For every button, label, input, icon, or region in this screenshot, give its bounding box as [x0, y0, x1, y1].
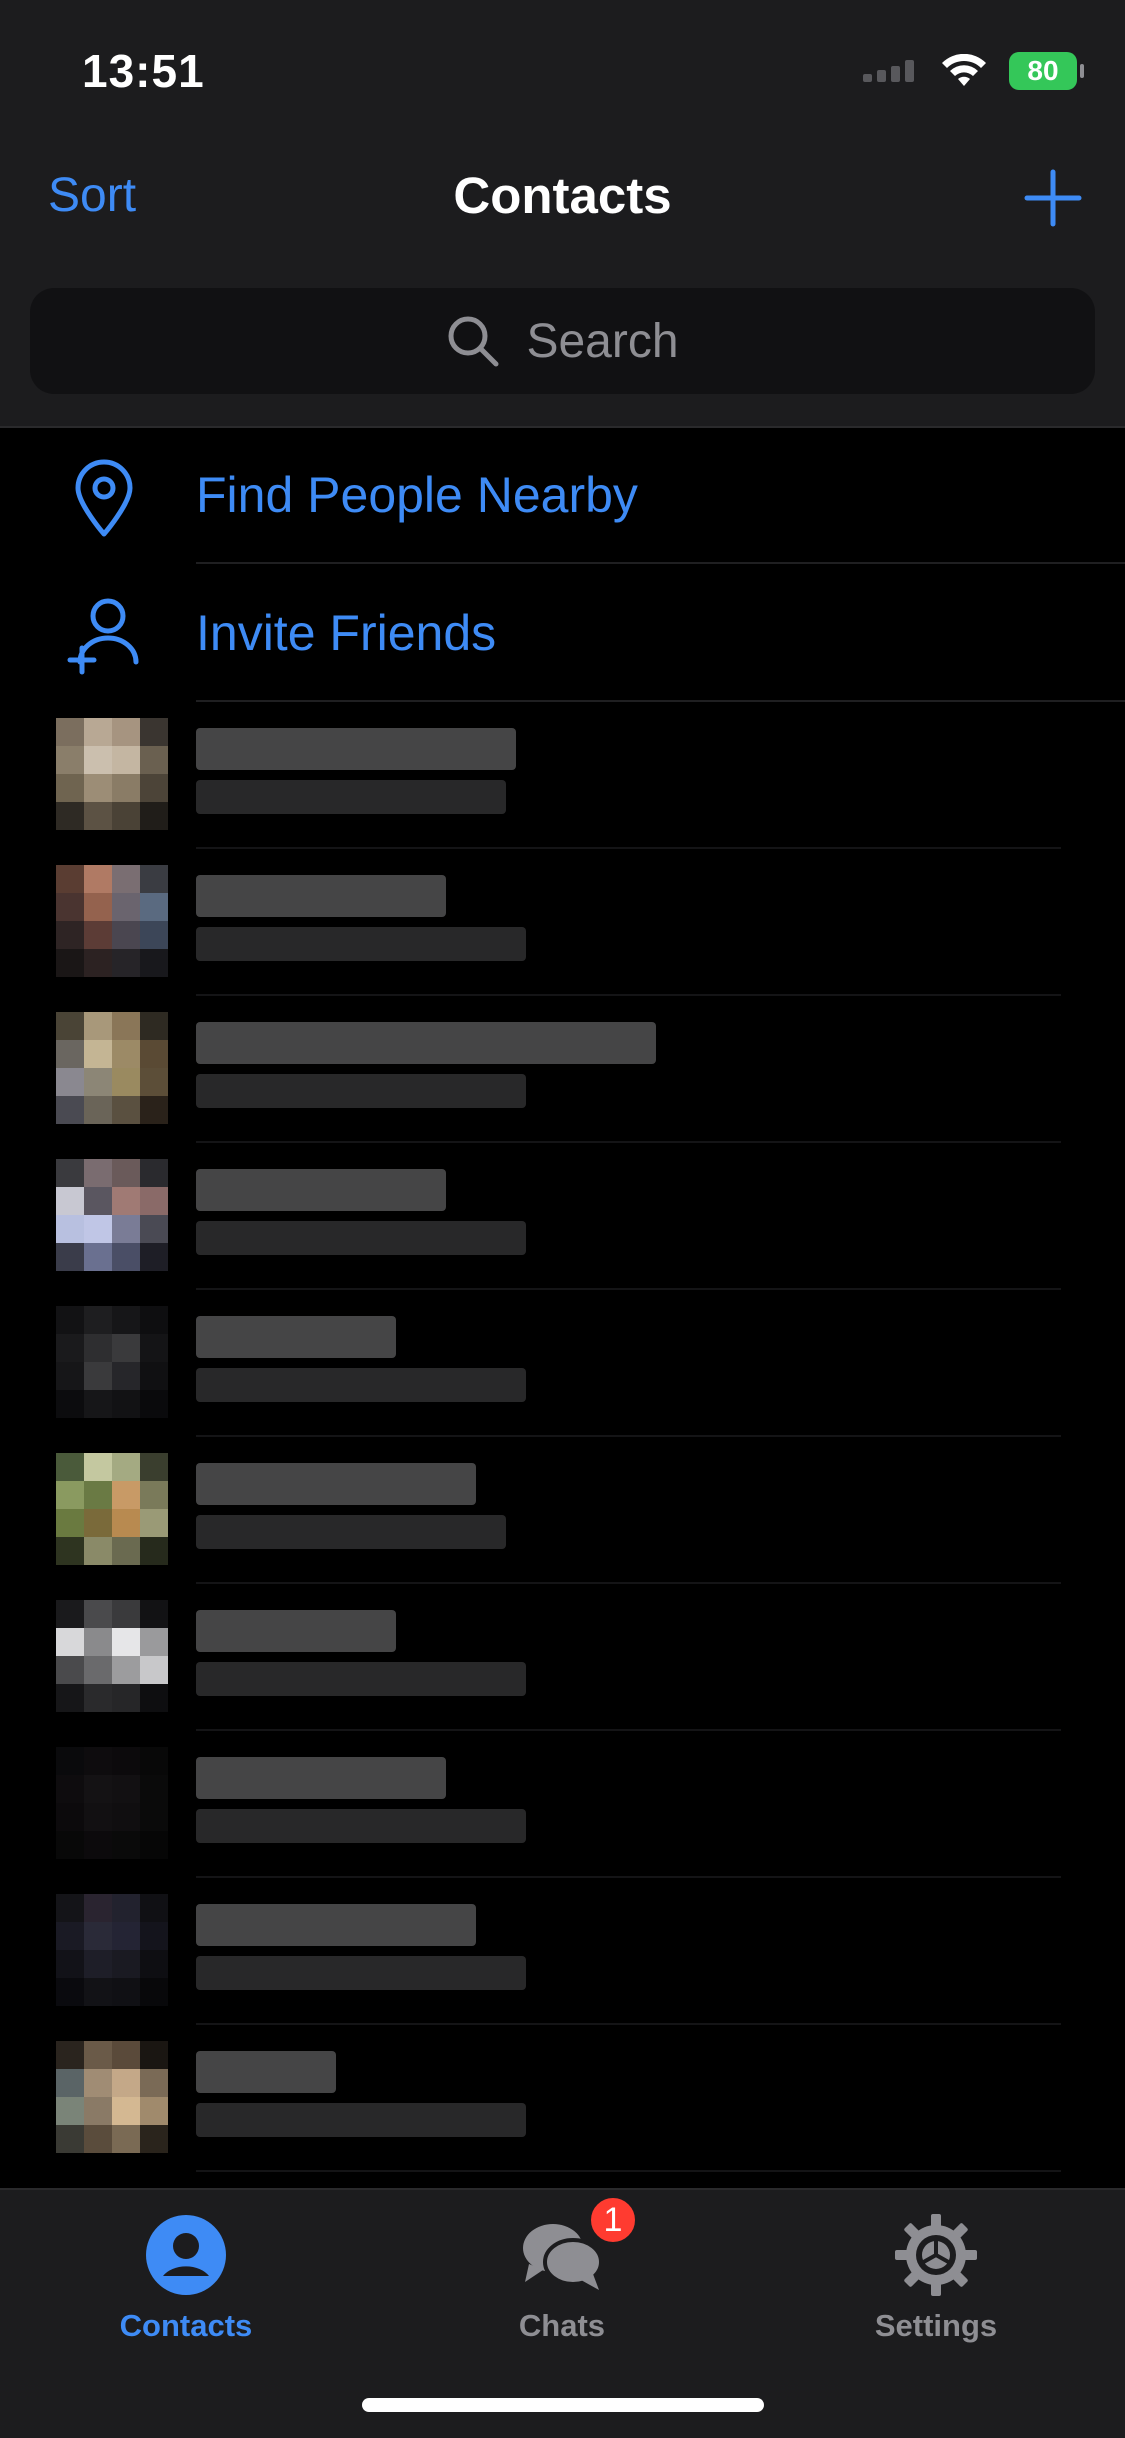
tab-contacts-label: Contacts — [119, 2308, 253, 2343]
search-placeholder: Search — [526, 314, 679, 368]
contact-name-obscured — [196, 1757, 446, 1799]
search-icon — [448, 316, 499, 367]
battery-level: 80 — [1027, 55, 1059, 86]
contact-row[interactable] — [0, 1143, 1125, 1290]
contact-name-obscured — [196, 1316, 396, 1358]
contact-status-obscured — [196, 1515, 506, 1549]
contact-status-obscured — [196, 780, 506, 814]
tab-settings-label: Settings — [874, 2308, 998, 2343]
contact-name-obscured — [196, 728, 516, 770]
contact-avatar — [56, 1747, 168, 1859]
contact-status-obscured — [196, 927, 526, 961]
row-divider — [196, 2170, 1061, 2172]
contact-row[interactable] — [0, 702, 1125, 849]
person-circle-icon — [146, 2215, 226, 2295]
status-time: 13:51 — [82, 45, 205, 97]
contact-avatar — [56, 1159, 168, 1271]
contact-status-obscured — [196, 1662, 526, 1696]
location-pin-icon — [75, 459, 133, 537]
contact-status-obscured — [196, 1221, 526, 1255]
contact-name-obscured — [196, 1610, 396, 1652]
contact-avatar — [56, 1306, 168, 1418]
tab-chats-label: Chats — [518, 2308, 606, 2343]
contact-avatar — [56, 718, 168, 830]
tab-bar: Contacts 1 Chats Settings — [0, 2188, 1125, 2438]
contact-row[interactable] — [0, 1290, 1125, 1437]
contact-name-obscured — [196, 1022, 656, 1064]
search-input[interactable]: Search — [30, 288, 1095, 394]
invite-friends-row[interactable]: Invite Friends — [0, 564, 1125, 702]
contact-avatar — [56, 1894, 168, 2006]
contact-name-obscured — [196, 875, 446, 917]
contact-status-obscured — [196, 2103, 526, 2137]
tab-contacts[interactable]: Contacts — [56, 2204, 316, 2344]
unread-badge: 1 — [587, 2194, 639, 2246]
contact-avatar — [56, 1600, 168, 1712]
wifi-icon — [942, 54, 986, 86]
cellular-signal-icon — [863, 60, 914, 82]
contact-name-obscured — [196, 1169, 446, 1211]
contact-avatar — [56, 1453, 168, 1565]
contact-avatar — [56, 2041, 168, 2153]
contact-row[interactable] — [0, 1584, 1125, 1731]
contact-avatar — [56, 1012, 168, 1124]
header-bar: 13:51 80 Sort Contacts Search — [0, 0, 1125, 428]
invite-friends-label: Invite Friends — [196, 605, 497, 661]
contact-status-obscured — [196, 1956, 526, 1990]
page-title: Contacts — [453, 167, 672, 224]
contact-status-obscured — [196, 1809, 526, 1843]
tab-settings[interactable]: Settings — [806, 2204, 1066, 2344]
contact-row[interactable] — [0, 996, 1125, 1143]
contact-name-obscured — [196, 1463, 476, 1505]
plus-icon[interactable] — [1023, 168, 1083, 228]
contact-row[interactable] — [0, 1731, 1125, 1878]
battery-indicator: 80 — [1009, 52, 1084, 90]
contact-status-obscured — [196, 1074, 526, 1108]
home-indicator[interactable] — [362, 2398, 764, 2412]
contact-row[interactable] — [0, 2025, 1125, 2172]
status-icons: 80 — [863, 46, 1084, 96]
contact-avatar — [56, 865, 168, 977]
find-people-nearby-label: Find People Nearby — [196, 467, 638, 523]
contact-status-obscured — [196, 1368, 526, 1402]
tab-chats[interactable]: 1 Chats — [432, 2194, 692, 2344]
add-person-icon — [67, 598, 139, 675]
contact-name-obscured — [196, 2051, 336, 2093]
contact-row[interactable] — [0, 1437, 1125, 1584]
contact-name-obscured — [196, 1904, 476, 1946]
contact-row[interactable] — [0, 1878, 1125, 2025]
find-people-nearby-row[interactable]: Find People Nearby — [0, 426, 1125, 564]
contact-row[interactable] — [0, 849, 1125, 996]
gear-icon — [895, 2214, 977, 2296]
